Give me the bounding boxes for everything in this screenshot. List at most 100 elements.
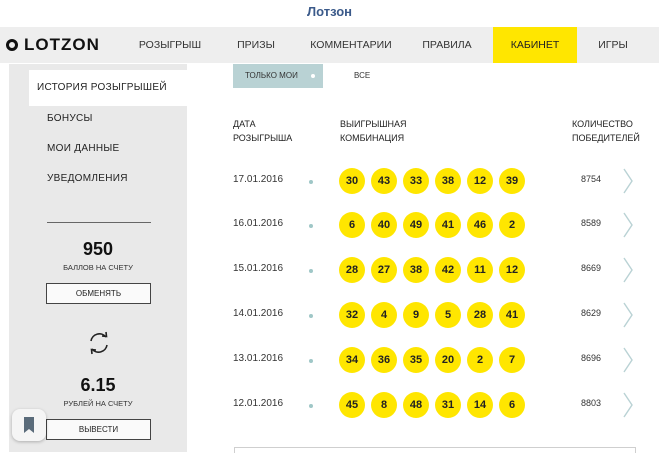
number-ball: 38 — [435, 168, 461, 194]
number-ball: 45 — [339, 392, 365, 418]
row-dot-icon — [309, 180, 313, 184]
filter-only-mine-label: Только мои — [245, 71, 298, 80]
number-ball: 33 — [403, 168, 429, 194]
number-ball: 41 — [499, 302, 525, 328]
number-ball: 7 — [499, 347, 525, 373]
number-ball: 6 — [339, 212, 365, 238]
number-ball: 5 — [435, 302, 461, 328]
number-ball: 49 — [403, 212, 429, 238]
row-dot-icon — [309, 404, 313, 408]
number-ball: 32 — [339, 302, 365, 328]
logo-ring-icon — [6, 39, 18, 51]
number-ball: 36 — [371, 347, 397, 373]
column-header-date-line2: розыгрыша — [233, 133, 293, 143]
row-date: 13.01.2016 — [233, 353, 284, 364]
nav-item-games[interactable]: Игры — [580, 27, 646, 63]
number-ball: 14 — [467, 392, 493, 418]
column-header-date: Дата розыгрыша — [233, 117, 292, 145]
row-winners-count: 8754 — [581, 174, 602, 184]
balance-value: 6.15 — [80, 375, 116, 395]
sidebar-item-bonuses[interactable]: Бонусы — [47, 113, 93, 124]
column-header-winners-line2: победителей — [572, 133, 640, 143]
number-ball: 38 — [403, 257, 429, 283]
chevron-right-icon[interactable] — [621, 211, 635, 239]
chevron-right-icon[interactable] — [621, 256, 635, 284]
number-ball: 30 — [339, 168, 365, 194]
row-winners-count: 8803 — [581, 398, 602, 408]
number-ball: 28 — [467, 302, 493, 328]
number-ball: 9 — [403, 302, 429, 328]
column-header-winners: Количество победителей — [572, 117, 640, 145]
number-ball: 35 — [403, 347, 429, 373]
number-ball: 42 — [435, 257, 461, 283]
number-ball: 41 — [435, 212, 461, 238]
bookmark-button[interactable] — [12, 409, 46, 441]
number-ball: 39 — [499, 168, 525, 194]
number-ball: 28 — [339, 257, 365, 283]
row-winners-count: 8629 — [581, 308, 602, 318]
nav-item-rules[interactable]: Правила — [405, 27, 489, 63]
nav-item-draw[interactable]: Розыгрыш — [129, 27, 211, 63]
points-label: Баллов на счету — [63, 263, 133, 272]
table-row[interactable]: 16.01.2016 6 40 49 41 46 2 8589 — [233, 206, 643, 244]
row-date: 15.01.2016 — [233, 263, 284, 274]
row-winners-count: 8696 — [581, 353, 602, 363]
number-ball: 6 — [499, 392, 525, 418]
number-ball: 12 — [467, 168, 493, 194]
number-ball: 4 — [371, 302, 397, 328]
row-date: 17.01.2016 — [233, 174, 284, 185]
table-row[interactable]: 14.01.2016 32 4 9 5 28 41 8629 — [233, 296, 643, 334]
bookmark-icon — [24, 417, 34, 433]
number-ball: 34 — [339, 347, 365, 373]
sidebar-item-notifications[interactable]: Уведомления — [47, 173, 128, 184]
exchange-button[interactable]: Обменять — [46, 283, 151, 304]
nav-item-comments[interactable]: Комментарии — [303, 27, 399, 63]
column-header-combination-line1: Выигрышная — [340, 119, 407, 129]
logo-text: LOTZON — [24, 35, 100, 54]
number-ball: 12 — [499, 257, 525, 283]
row-dot-icon — [309, 224, 313, 228]
nav-item-cabinet[interactable]: Кабинет — [493, 27, 577, 63]
number-ball: 11 — [467, 257, 493, 283]
chevron-right-icon[interactable] — [621, 301, 635, 329]
row-date: 14.01.2016 — [233, 308, 284, 319]
column-header-combination-line2: комбинация — [340, 133, 405, 143]
toggle-dot-icon — [311, 74, 315, 78]
row-dot-icon — [309, 269, 313, 273]
table-row[interactable]: 15.01.2016 28 27 38 42 11 12 8669 — [233, 251, 643, 289]
chevron-right-icon[interactable] — [621, 346, 635, 374]
points-value: 950 — [82, 239, 114, 259]
number-ball: 2 — [467, 347, 493, 373]
number-ball: 8 — [371, 392, 397, 418]
number-ball: 27 — [371, 257, 397, 283]
row-winners-count: 8589 — [581, 218, 602, 228]
row-date: 12.01.2016 — [233, 398, 284, 409]
filter-only-mine[interactable]: Только мои — [233, 64, 323, 88]
number-ball: 48 — [403, 392, 429, 418]
number-ball: 31 — [435, 392, 461, 418]
row-winners-count: 8669 — [581, 263, 602, 273]
number-ball: 40 — [371, 212, 397, 238]
row-dot-icon — [309, 359, 313, 363]
table-row[interactable]: 13.01.2016 34 36 35 20 2 7 8696 — [233, 341, 643, 379]
table-row[interactable]: 12.01.2016 45 8 48 31 14 6 8803 — [233, 386, 643, 424]
chevron-right-icon[interactable] — [621, 167, 635, 195]
nav-item-prizes[interactable]: Призы — [214, 27, 298, 63]
sidebar-item-history[interactable]: История розыгрышей — [29, 70, 187, 106]
top-navigation: LOTZON Розыгрыш Призы Комментарии Правил… — [0, 27, 659, 63]
number-ball: 20 — [435, 347, 461, 373]
table-row[interactable]: 17.01.2016 30 43 33 38 12 39 8754 — [233, 162, 643, 200]
number-ball: 46 — [467, 212, 493, 238]
table-bottom-frame — [234, 447, 636, 453]
filter-all[interactable]: Все — [354, 64, 370, 88]
refresh-icon[interactable] — [86, 330, 112, 356]
logo[interactable]: LOTZON — [6, 27, 100, 63]
sidebar-divider — [47, 222, 151, 223]
chevron-right-icon[interactable] — [621, 391, 635, 419]
number-ball: 2 — [499, 212, 525, 238]
balance-label: Рублей на счету — [63, 399, 133, 408]
column-header-combination: Выигрышная комбинация — [340, 117, 407, 145]
withdraw-button[interactable]: Вывести — [46, 419, 151, 440]
sidebar-item-my-data[interactable]: Мои данные — [47, 143, 119, 154]
number-ball: 43 — [371, 168, 397, 194]
